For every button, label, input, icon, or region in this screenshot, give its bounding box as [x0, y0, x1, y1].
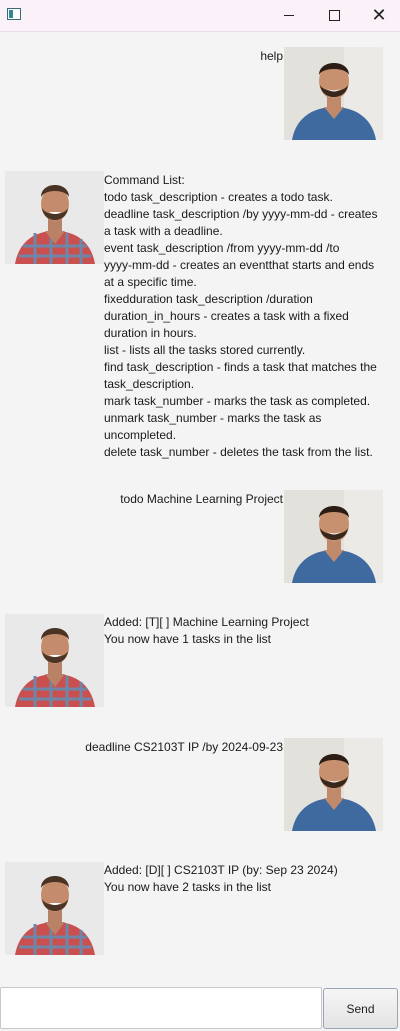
- message-line: unmark task_number - marks the task as: [104, 411, 322, 425]
- user-input-field[interactable]: [0, 987, 322, 1029]
- minimize-icon: [284, 15, 294, 16]
- user-message-text: help: [140, 48, 283, 65]
- bot-avatar: [5, 171, 104, 264]
- dialog-container[interactable]: help Command List: todo task_description…: [0, 32, 400, 984]
- message-line: duration_in_hours - creates a task with …: [104, 309, 349, 323]
- message-line: todo task_description - creates a todo t…: [104, 190, 333, 204]
- message-line: find task_description - finds a task tha…: [104, 360, 377, 374]
- bot-message-text: Added: [D][ ] CS2103T IP (by: Sep 23 202…: [104, 862, 394, 896]
- minimize-button[interactable]: [266, 0, 312, 31]
- message-line: Added: [T][ ] Machine Learning Project: [104, 615, 309, 629]
- message-line: event task_description /from yyyy-mm-dd …: [104, 241, 340, 255]
- message-line: You now have 1 tasks in the list: [104, 632, 271, 646]
- message-line: task_description.: [104, 377, 195, 391]
- bot-message-text: Added: [T][ ] Machine Learning Project Y…: [104, 614, 394, 648]
- message-line: mark task_number - marks the task as com…: [104, 394, 371, 408]
- input-bar: Send: [0, 987, 400, 1031]
- message-line: list - lists all the tasks stored curren…: [104, 343, 306, 357]
- message-line: deadline CS2103T IP /by 2024-09-23: [85, 740, 283, 754]
- message-line: help: [260, 49, 283, 63]
- bot-avatar: [5, 862, 104, 955]
- bot-message-text: Command List: todo task_description - cr…: [104, 172, 394, 461]
- message-line: a task with a deadline.: [104, 224, 223, 238]
- send-button[interactable]: Send: [323, 988, 398, 1029]
- title-bar: ✕: [0, 0, 400, 32]
- app-icon: [7, 8, 21, 20]
- message-line: fixedduration task_description /duration: [104, 292, 313, 306]
- maximize-icon: [328, 10, 340, 21]
- message-line: at a specific time.: [104, 275, 197, 289]
- user-message-text: deadline CS2103T IP /by 2024-09-23: [20, 739, 283, 756]
- send-button-label: Send: [346, 1001, 375, 1016]
- message-line: todo Machine Learning Project: [120, 492, 283, 506]
- user-message-text: todo Machine Learning Project: [40, 491, 283, 508]
- bot-avatar: [5, 614, 104, 707]
- user-avatar: [284, 490, 383, 583]
- message-line: yyyy-mm-dd - creates an eventthat starts…: [104, 258, 375, 272]
- message-line: delete task_number - deletes the task fr…: [104, 445, 373, 459]
- close-button[interactable]: ✕: [356, 0, 400, 31]
- close-icon: ✕: [371, 5, 387, 26]
- message-line: Added: [D][ ] CS2103T IP (by: Sep 23 202…: [104, 863, 338, 877]
- user-avatar: [284, 738, 383, 831]
- message-line: duration in hours.: [104, 326, 197, 340]
- message-line: uncompleted.: [104, 428, 177, 442]
- message-line: You now have 2 tasks in the list: [104, 880, 271, 894]
- maximize-button[interactable]: [311, 0, 357, 31]
- user-avatar: [284, 47, 383, 140]
- message-line: Command List:: [104, 173, 185, 187]
- message-line: deadline task_description /by yyyy-mm-dd…: [104, 207, 378, 221]
